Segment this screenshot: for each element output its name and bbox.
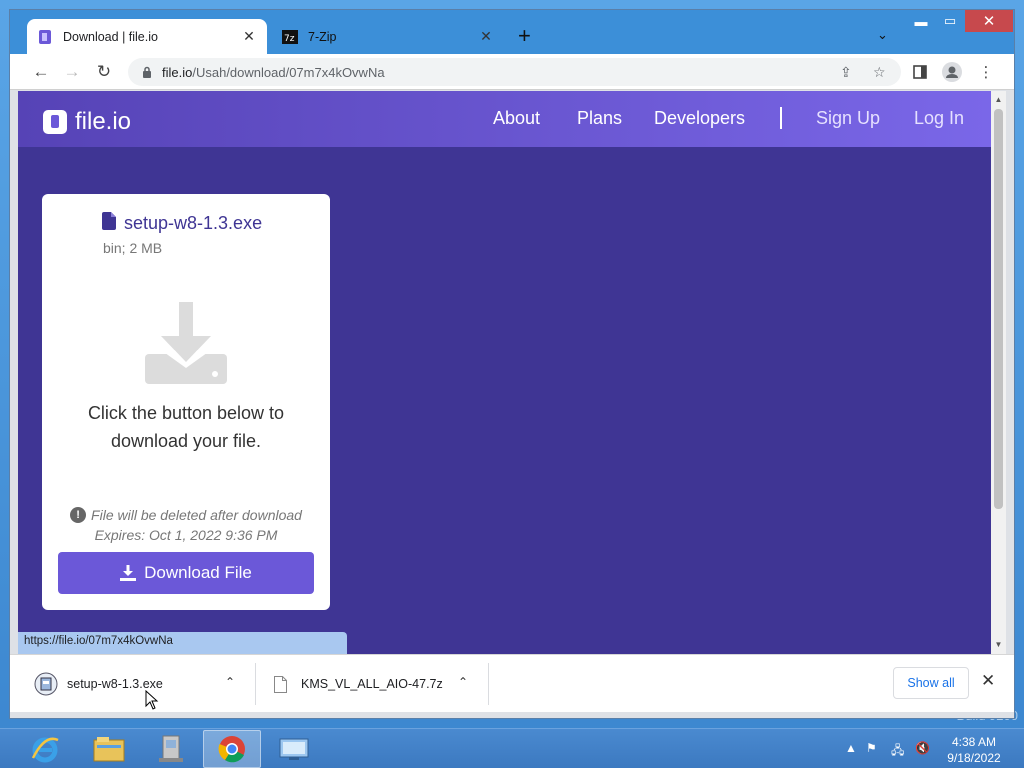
download-icon xyxy=(120,565,137,581)
close-window-button[interactable]: ✕ xyxy=(965,10,1013,32)
chevron-up-icon[interactable]: ⌃ xyxy=(225,675,235,689)
menu-kebab-icon[interactable]: ⋮ xyxy=(976,62,996,82)
back-arrow-icon[interactable]: ← xyxy=(30,61,52,83)
volume-muted-icon[interactable]: 🔇 xyxy=(915,741,930,755)
remote-desktop-icon[interactable] xyxy=(265,730,323,768)
installer-file-icon xyxy=(34,672,58,696)
download-item-name: KMS_VL_ALL_AIO-47.7z xyxy=(301,677,443,691)
maximize-button[interactable]: ▭ xyxy=(936,10,964,32)
scroll-down-arrow-icon[interactable]: ▼ xyxy=(993,640,1004,649)
file-explorer-icon[interactable] xyxy=(80,730,138,768)
card-message-line1: Click the button below to xyxy=(87,403,285,423)
system-clock[interactable]: 4:38 AM 9/18/2022 xyxy=(934,734,1014,766)
warning-text: File will be deleted after download xyxy=(91,507,302,523)
archive-file-icon xyxy=(274,675,287,693)
mouse-cursor-icon xyxy=(145,689,159,715)
installer-app-icon[interactable] xyxy=(142,730,200,768)
reload-icon[interactable]: ↻ xyxy=(93,61,115,83)
download-item-name: setup-w8-1.3.exe xyxy=(67,677,163,691)
address-bar[interactable]: file.io/Usah/download/07m7x4kOvwNa ⇪ ☆ xyxy=(128,58,901,86)
download-button-label: Download File xyxy=(144,563,252,582)
clock-time: 4:38 AM xyxy=(951,735,997,749)
site-header: file.io About Plans Developers Sign Up L… xyxy=(18,91,991,147)
profile-avatar-icon[interactable] xyxy=(942,62,962,82)
url-path: /Usah/download/07m7x4kOvwNa xyxy=(192,64,385,80)
shelf-divider xyxy=(488,663,489,705)
download-file-button[interactable]: Download File xyxy=(58,552,314,594)
share-icon[interactable]: ⇪ xyxy=(840,64,852,81)
new-tab-button[interactable]: + xyxy=(518,25,531,47)
download-shelf: setup-w8-1.3.exe ⌃ KMS_VL_ALL_AIO-47.7z … xyxy=(10,654,1014,712)
tab-strip: Download | file.io ✕ 7z 7-Zip ✕ + ⌄ ▬ ▭ … xyxy=(10,10,1014,54)
deletion-notice: ! File will be deleted after download Ex… xyxy=(42,505,330,545)
download-card: setup-w8-1.3.exe bin; 2 MB Click the but… xyxy=(42,194,330,610)
nav-about-link[interactable]: About xyxy=(493,108,540,129)
tab-search-chevron-icon[interactable]: ⌄ xyxy=(877,27,888,43)
download-illustration-icon xyxy=(145,302,227,389)
internet-explorer-icon[interactable] xyxy=(16,730,74,768)
tab-title: Download | file.io xyxy=(63,29,158,44)
card-message-line2: download your file. xyxy=(110,431,262,451)
site-logo[interactable]: file.io xyxy=(43,108,131,136)
warning-row: ! File will be deleted after download xyxy=(42,505,330,525)
file-io-favicon-icon xyxy=(37,29,53,45)
browser-toolbar: ← → ↻ file.io/Usah/download/07m7x4kOvwNa… xyxy=(10,54,1014,90)
logo-text: file.io xyxy=(75,108,132,135)
expires-text: Expires: Oct 1, 2022 9:36 PM xyxy=(94,527,278,543)
nav-plans-link[interactable]: Plans xyxy=(577,108,622,129)
nav-signup-link[interactable]: Sign Up xyxy=(816,108,880,129)
action-center-flag-icon[interactable]: ⚑ xyxy=(866,741,877,755)
download-item-kms[interactable]: KMS_VL_ALL_AIO-47.7z xyxy=(274,667,443,701)
scrollbar-thumb[interactable] xyxy=(994,109,1003,509)
forward-arrow-icon[interactable]: → xyxy=(61,61,83,83)
tab-7zip[interactable]: 7z 7-Zip ✕ xyxy=(272,19,504,54)
exclamation-icon: ! xyxy=(70,507,87,523)
url-host: file.io xyxy=(162,64,193,80)
chevron-up-icon[interactable]: ⌃ xyxy=(458,675,468,689)
shelf-divider xyxy=(255,663,256,705)
tab-close-icon[interactable]: ✕ xyxy=(241,28,257,45)
show-all-button[interactable]: Show all xyxy=(893,667,969,699)
tab-close-icon[interactable]: ✕ xyxy=(478,28,494,45)
file-io-logo-icon xyxy=(43,110,67,134)
minimize-button[interactable]: ▬ xyxy=(906,10,936,32)
bookmark-star-icon[interactable]: ☆ xyxy=(873,64,886,81)
file-meta: bin; 2 MB xyxy=(103,240,163,256)
browser-window: Download | file.io ✕ 7z 7-Zip ✕ + ⌄ ▬ ▭ … xyxy=(9,9,1015,719)
chrome-icon[interactable] xyxy=(203,730,261,768)
download-item-setup[interactable]: setup-w8-1.3.exe xyxy=(34,667,163,701)
url-text: file.io/Usah/download/07m7x4kOvwNa xyxy=(162,65,385,80)
status-bubble-url: https://file.io/07m7x4kOvwNa xyxy=(18,632,347,654)
nav-divider xyxy=(780,107,782,129)
tab-file-io[interactable]: Download | file.io ✕ xyxy=(27,19,267,54)
card-message: Click the button below to download your … xyxy=(42,399,330,455)
file-icon xyxy=(102,212,116,235)
page-scrollbar[interactable]: ▲ ▼ xyxy=(991,91,1006,654)
page-viewport: file.io About Plans Developers Sign Up L… xyxy=(18,91,991,654)
scroll-up-arrow-icon[interactable]: ▲ xyxy=(993,95,1004,104)
tab-title: 7-Zip xyxy=(308,29,337,44)
nav-developers-link[interactable]: Developers xyxy=(654,108,745,129)
side-panel-icon[interactable] xyxy=(910,62,930,82)
taskbar: ▲ ⚑ 🖧 🔇 4:38 AM 9/18/2022 xyxy=(0,728,1024,768)
file-name: setup-w8-1.3.exe xyxy=(124,213,263,233)
tray-overflow-chevron-icon[interactable]: ▲ xyxy=(845,741,857,755)
network-icon[interactable]: 🖧 xyxy=(891,741,904,762)
clock-date: 9/18/2022 xyxy=(947,751,1001,765)
svg-text:7z: 7z xyxy=(284,34,295,44)
7zip-favicon-icon: 7z xyxy=(282,29,298,45)
lock-icon xyxy=(140,65,154,79)
nav-login-link[interactable]: Log In xyxy=(914,108,964,129)
close-shelf-icon[interactable]: ✕ xyxy=(981,671,995,691)
file-title-row: setup-w8-1.3.exe xyxy=(102,212,262,235)
